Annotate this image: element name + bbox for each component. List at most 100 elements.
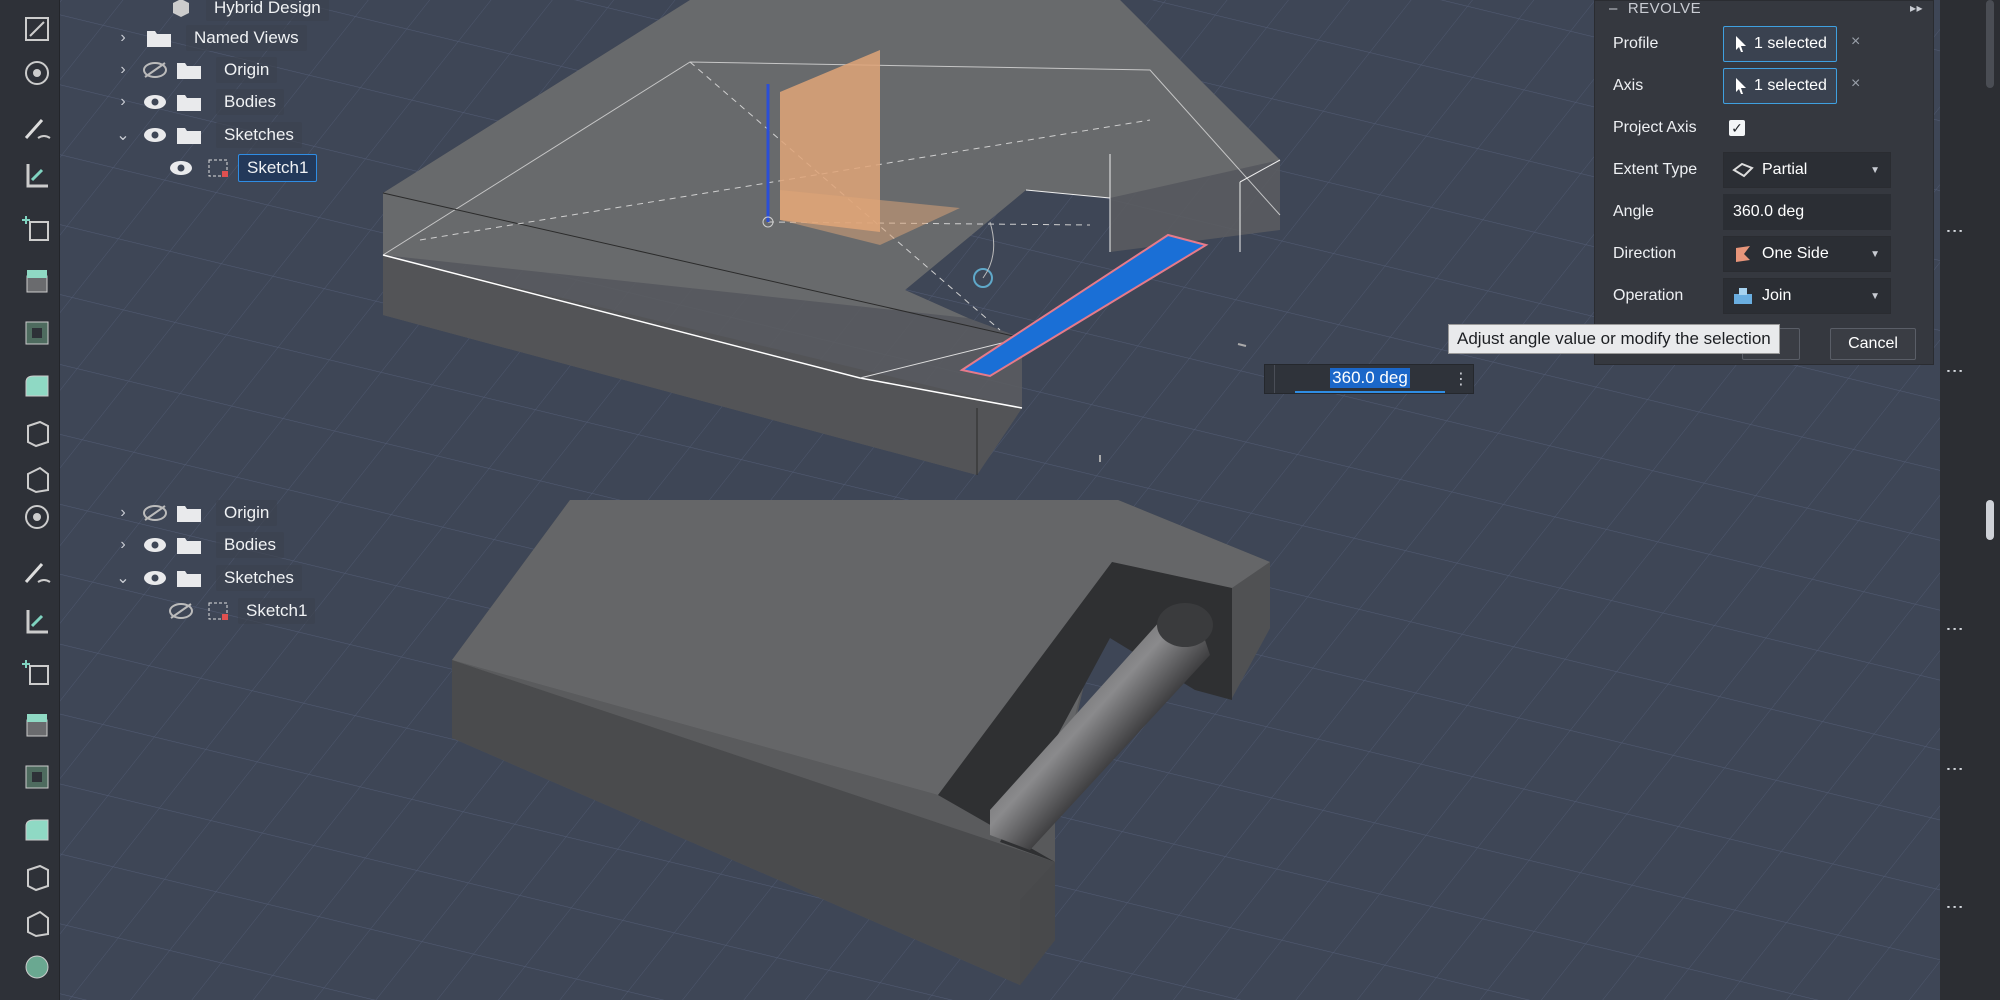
browser-item-sketches-2[interactable]: ⌄ Sketches	[114, 564, 302, 592]
fit-view-icon[interactable]	[20, 12, 54, 46]
project-axis-checkbox[interactable]: ✓	[1729, 120, 1745, 136]
more-icon[interactable]: ⋮	[1944, 898, 1966, 916]
sketch-line-icon-2[interactable]	[20, 556, 54, 590]
revolve-dialog: – REVOLVE ▸▸ Profile 1 selected × Axis 1…	[1594, 0, 1934, 365]
angle-label: Angle	[1613, 203, 1654, 220]
drag-handle[interactable]	[1265, 365, 1275, 393]
partial-extent-icon	[1732, 162, 1754, 178]
operation-dropdown[interactable]: Join ▼	[1723, 278, 1891, 314]
caret-down-icon: ▼	[1870, 248, 1880, 260]
browser-item-sketch1-2[interactable]: Sketch1	[168, 597, 316, 625]
chevron-right-icon[interactable]: ›	[114, 536, 132, 554]
angle-input-value: 360.0 deg	[1330, 368, 1410, 388]
eye-icon[interactable]	[142, 569, 168, 587]
extrude-icon-2[interactable]	[20, 708, 54, 742]
browser-item-bodies[interactable]: › Bodies	[114, 88, 284, 116]
axis-select-button[interactable]: 1 selected	[1723, 68, 1837, 104]
chevron-right-icon[interactable]: ›	[114, 504, 132, 522]
box-icon[interactable]	[20, 416, 54, 450]
eye-hidden-icon[interactable]	[168, 602, 194, 620]
eye-icon[interactable]	[142, 93, 168, 111]
folder-icon	[177, 95, 201, 111]
shell-icon-2[interactable]	[20, 760, 54, 794]
profile-label: Profile	[1613, 35, 1659, 52]
extent-type-row: Extent Type	[1613, 152, 1723, 188]
folder-icon	[147, 31, 171, 47]
expand-icon[interactable]: ▸▸	[1910, 1, 1923, 15]
browser-item-label: Bodies	[216, 532, 284, 558]
tooltip: Adjust angle value or modify the selecti…	[1448, 324, 1780, 354]
browser-item-label: Sketches	[216, 565, 302, 591]
orbit-icon[interactable]	[20, 56, 54, 90]
chevron-right-icon[interactable]: ›	[114, 29, 132, 47]
browser-item-label: Sketch1	[238, 154, 318, 182]
chevron-down-icon[interactable]: ⌄	[114, 568, 132, 588]
folder-icon	[177, 506, 201, 522]
extrude-icon[interactable]	[20, 264, 54, 298]
create-component-icon[interactable]	[20, 212, 54, 246]
collapse-icon[interactable]: –	[1609, 0, 1618, 17]
cancel-button[interactable]: Cancel	[1830, 328, 1916, 360]
chevron-right-icon[interactable]: ›	[114, 61, 132, 79]
chevron-down-icon[interactable]: ⌄	[114, 125, 132, 145]
browser-item-origin-2[interactable]: › Origin	[114, 499, 278, 527]
more-icon[interactable]: ⋮	[1944, 222, 1966, 240]
eye-hidden-icon[interactable]	[142, 504, 168, 522]
eye-icon[interactable]	[142, 126, 168, 144]
browser-item-sketch1[interactable]: Sketch1	[168, 154, 318, 182]
eye-icon[interactable]	[142, 536, 168, 554]
left-toolbar	[0, 0, 60, 1000]
axis-row: Axis	[1613, 68, 1723, 104]
scrollbar-thumb[interactable]	[1986, 0, 1994, 88]
sphere-icon[interactable]	[20, 950, 54, 984]
eye-hidden-icon[interactable]	[142, 61, 168, 79]
sketch-icon	[208, 602, 228, 620]
fillet-icon[interactable]	[20, 368, 54, 402]
browser-item-origin[interactable]: › Origin	[114, 56, 278, 84]
create-component-icon-2[interactable]	[20, 656, 54, 690]
browser-item-hybrid-design[interactable]: Hybrid Design	[170, 0, 329, 22]
browser-item-sketches[interactable]: ⌄ Sketches	[114, 121, 302, 149]
angle-input-field[interactable]: 360.0 deg	[1295, 365, 1445, 393]
sketch-line-icon[interactable]	[20, 112, 54, 146]
cursor-arrow-icon	[1736, 36, 1746, 52]
angle-field[interactable]: 360.0 deg	[1723, 194, 1891, 230]
clear-profile-icon[interactable]: ×	[1851, 33, 1860, 51]
plane-icon[interactable]	[20, 462, 54, 496]
join-icon	[1734, 288, 1752, 304]
browser-item-bodies-2[interactable]: › Bodies	[114, 531, 284, 559]
more-icon[interactable]: ⋮	[1944, 760, 1966, 778]
extent-type-label: Extent Type	[1613, 161, 1698, 178]
component-icon	[173, 0, 189, 17]
profile-value: 1 selected	[1754, 35, 1827, 52]
scrollbar-thumb-2[interactable]	[1986, 500, 1994, 540]
box-icon-2[interactable]	[20, 860, 54, 894]
folder-icon	[177, 128, 201, 144]
eye-icon[interactable]	[168, 159, 194, 177]
dimension-icon-2[interactable]	[20, 604, 54, 638]
orbit-icon-2[interactable]	[20, 500, 54, 534]
browser-item-named-views[interactable]: › Named Views	[114, 24, 307, 52]
profile-select-button[interactable]: 1 selected	[1723, 26, 1837, 62]
dimension-icon[interactable]	[20, 158, 54, 192]
caret-down-icon: ▼	[1870, 290, 1880, 302]
browser-item-label: Origin	[216, 500, 278, 526]
more-options-icon[interactable]: ⋮	[1453, 369, 1469, 389]
direction-row: Direction	[1613, 236, 1723, 272]
operation-value: Join	[1762, 287, 1792, 304]
fillet-icon-2[interactable]	[20, 812, 54, 846]
plane-icon-2[interactable]	[20, 906, 54, 940]
sketch-icon	[208, 159, 228, 177]
dialog-header: – REVOLVE ▸▸	[1595, 0, 1933, 17]
more-icon[interactable]: ⋮	[1944, 362, 1966, 380]
direction-dropdown[interactable]: One Side ▼	[1723, 236, 1891, 272]
angle-manipulator-input[interactable]: 360.0 deg ⋮	[1264, 364, 1474, 394]
shell-icon[interactable]	[20, 316, 54, 350]
more-icon[interactable]: ⋮	[1944, 620, 1966, 638]
clear-axis-icon[interactable]: ×	[1851, 75, 1860, 93]
browser-item-label: Named Views	[186, 25, 307, 51]
axis-value: 1 selected	[1754, 77, 1827, 94]
chevron-right-icon[interactable]: ›	[114, 93, 132, 111]
browser-item-label: Sketches	[216, 122, 302, 148]
extent-type-dropdown[interactable]: Partial ▼	[1723, 152, 1891, 188]
